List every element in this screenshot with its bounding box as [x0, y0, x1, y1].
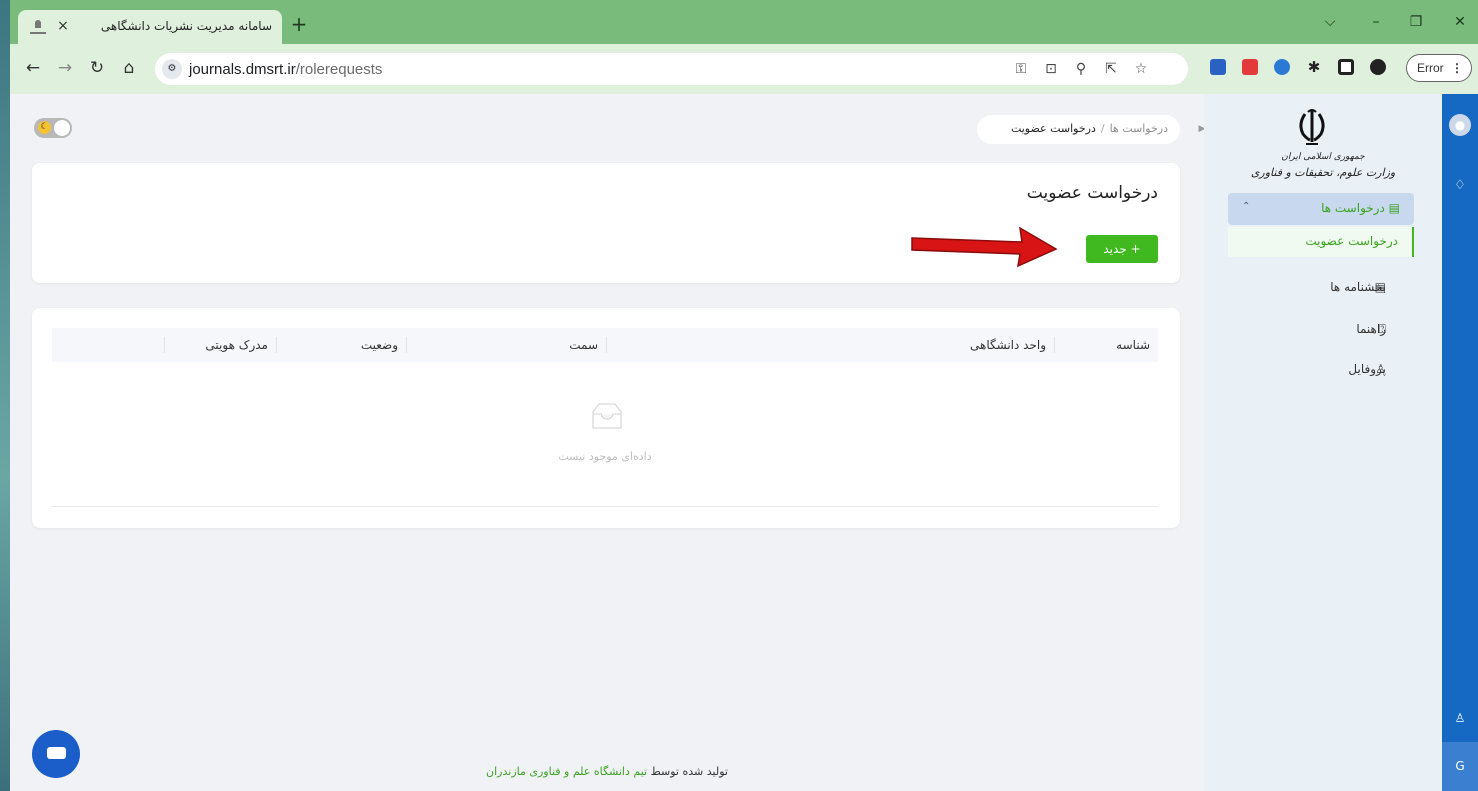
error-button[interactable]: Error ⋮ — [1406, 54, 1472, 82]
page-title: درخواست عضویت — [1026, 183, 1158, 203]
url-path: /rolerequests — [295, 61, 383, 78]
menu-label: درخواست عضویت — [1305, 234, 1398, 248]
column-label: مدرک هویتی — [205, 338, 268, 352]
menu-item-circulars[interactable]: ▤ بخشنامه ها — [1228, 270, 1414, 296]
menu-item-profile[interactable]: ♙ پروفایل — [1228, 352, 1414, 378]
browser-window: × سامانه مدیریت نشریات دانشگاهی + ⌵ – ❐ … — [10, 0, 1478, 791]
new-request-button[interactable]: + جدید — [1086, 235, 1158, 263]
share-icon[interactable]: ⇱ — [1101, 59, 1121, 79]
toggle-knob — [54, 120, 70, 136]
column-label: واحد دانشگاهی — [970, 338, 1046, 352]
footer-prefix: تولید شده توسط — [650, 765, 728, 778]
column-label: وضعیت — [360, 338, 398, 352]
column-header: وضعیت — [276, 328, 406, 362]
site-favicon-icon — [30, 20, 46, 34]
address-bar[interactable]: ⚙ journals.dmsrt.ir/rolerequests ⚿ ⊡ ⚲ ⇱… — [155, 53, 1188, 85]
empty-inbox-icon — [592, 403, 622, 429]
menu-label: درخواست ها — [1321, 201, 1385, 215]
extensions-puzzle-icon[interactable]: ✱ — [1306, 59, 1322, 75]
column-header: شناسه — [1054, 328, 1158, 362]
breadcrumb: درخواست ها / درخواست عضویت — [977, 115, 1180, 144]
menu-item-guide[interactable]: ⍰ راهنما — [1228, 312, 1414, 338]
document-icon: ▤ — [1388, 201, 1400, 215]
column-header: واحد دانشگاهی — [606, 328, 1054, 362]
url-text[interactable]: journals.dmsrt.ir/rolerequests — [189, 61, 382, 78]
g-badge[interactable]: G — [1442, 742, 1478, 791]
breadcrumb-parent[interactable]: درخواست ها — [1110, 122, 1168, 135]
error-label: Error — [1417, 61, 1444, 75]
menu-label: پروفایل — [1348, 362, 1386, 376]
moon-icon: ☾ — [38, 121, 51, 134]
footer: تولید شده توسط تیم دانشگاه علم و فناوری … — [10, 765, 1204, 778]
tab-strip: × سامانه مدیریت نشریات دانشگاهی + ⌵ – ❐ … — [10, 0, 1478, 44]
reload-icon[interactable]: ↻ — [86, 57, 108, 79]
tab-title: سامانه مدیریت نشریات دانشگاهی — [100, 19, 272, 33]
web-page: ☾ درخواست ها/درخواست عضویت ▶ درخواست عضو… — [10, 94, 1478, 791]
desktop-background — [0, 0, 10, 791]
password-key-icon[interactable]: ⚿ — [1011, 59, 1031, 79]
menu-label: بخشنامه ها — [1330, 280, 1386, 294]
forward-icon[interactable]: → — [54, 57, 76, 79]
breadcrumb-separator: / — [1100, 122, 1105, 135]
user-icon[interactable]: ♙ — [1450, 708, 1470, 728]
minimize-button[interactable]: – — [1366, 12, 1386, 32]
emblem-line-1: جمهوری اسلامی ایران — [1281, 152, 1365, 162]
new-tab-button[interactable]: + — [288, 14, 310, 36]
back-icon[interactable]: ← — [22, 57, 44, 79]
close-window-button[interactable]: ✕ — [1450, 12, 1470, 32]
icon-rail: ● ♢ ♙ G — [1442, 94, 1478, 791]
iran-emblem-icon — [1299, 109, 1325, 145]
avatar-icon[interactable]: ● — [1449, 114, 1471, 136]
profile-avatar-icon[interactable] — [1370, 59, 1386, 75]
footer-team-link[interactable]: تیم دانشگاه علم و فناوری مازندران — [486, 765, 647, 778]
chevron-up-icon: ⌃ — [1242, 201, 1251, 212]
bell-icon[interactable]: ♢ — [1450, 176, 1470, 196]
chat-bubble-icon[interactable] — [32, 730, 80, 778]
install-app-icon[interactable]: ⊡ — [1041, 59, 1061, 79]
emblem-line-2: وزارت علوم، تحقیقات و فناوری — [1250, 166, 1396, 179]
column-header: مدرک هویتی — [164, 328, 276, 362]
column-label: سمت — [569, 338, 598, 352]
url-host: journals.dmsrt.ir — [189, 61, 296, 78]
browser-tab[interactable]: × سامانه مدیریت نشریات دانشگاهی — [18, 10, 282, 44]
theme-toggle[interactable]: ☾ — [34, 118, 72, 138]
tab-close-icon[interactable]: × — [54, 16, 72, 36]
tab-search-dropdown-icon[interactable]: ⌵ — [1320, 12, 1340, 32]
side-panel-icon[interactable] — [1338, 59, 1354, 75]
empty-state-text: داده‌ای موجود نیست — [558, 450, 652, 463]
table-header: شناسه واحد دانشگاهی سمت وضعیت مدرک هویتی — [52, 328, 1158, 362]
menu-item-requests[interactable]: ▤ درخواست ها ⌃ — [1228, 193, 1414, 225]
bookmark-star-icon[interactable]: ☆ — [1131, 59, 1151, 79]
home-icon[interactable]: ⌂ — [118, 57, 140, 79]
menu-dots-icon[interactable]: ⋮ — [1451, 55, 1463, 81]
column-header: سمت — [406, 328, 606, 362]
column-label: شناسه — [1116, 338, 1150, 352]
sidebar: جمهوری اسلامی ایران وزارت علوم، تحقیقات … — [1204, 94, 1442, 791]
menu-label: راهنما — [1356, 322, 1386, 336]
table-divider — [52, 506, 1158, 507]
extension-badge-icon[interactable] — [1274, 59, 1290, 75]
extension-download-icon[interactable] — [1210, 59, 1226, 75]
main-content: ☾ درخواست ها/درخواست عضویت ▶ درخواست عضو… — [10, 94, 1205, 791]
breadcrumb-current: درخواست عضویت — [1010, 122, 1096, 135]
restore-button[interactable]: ❐ — [1406, 12, 1426, 32]
browser-toolbar: ← → ↻ ⌂ ⚙ journals.dmsrt.ir/rolerequests… — [10, 44, 1478, 94]
zoom-icon[interactable]: ⚲ — [1071, 59, 1091, 79]
menu-item-membership[interactable]: درخواست عضویت — [1228, 227, 1414, 257]
table-card: شناسه واحد دانشگاهی سمت وضعیت مدرک هویتی… — [32, 308, 1180, 528]
extension-red-icon[interactable] — [1242, 59, 1258, 75]
site-info-icon[interactable]: ⚙ — [162, 59, 182, 79]
red-arrow-annotation — [911, 226, 1058, 268]
